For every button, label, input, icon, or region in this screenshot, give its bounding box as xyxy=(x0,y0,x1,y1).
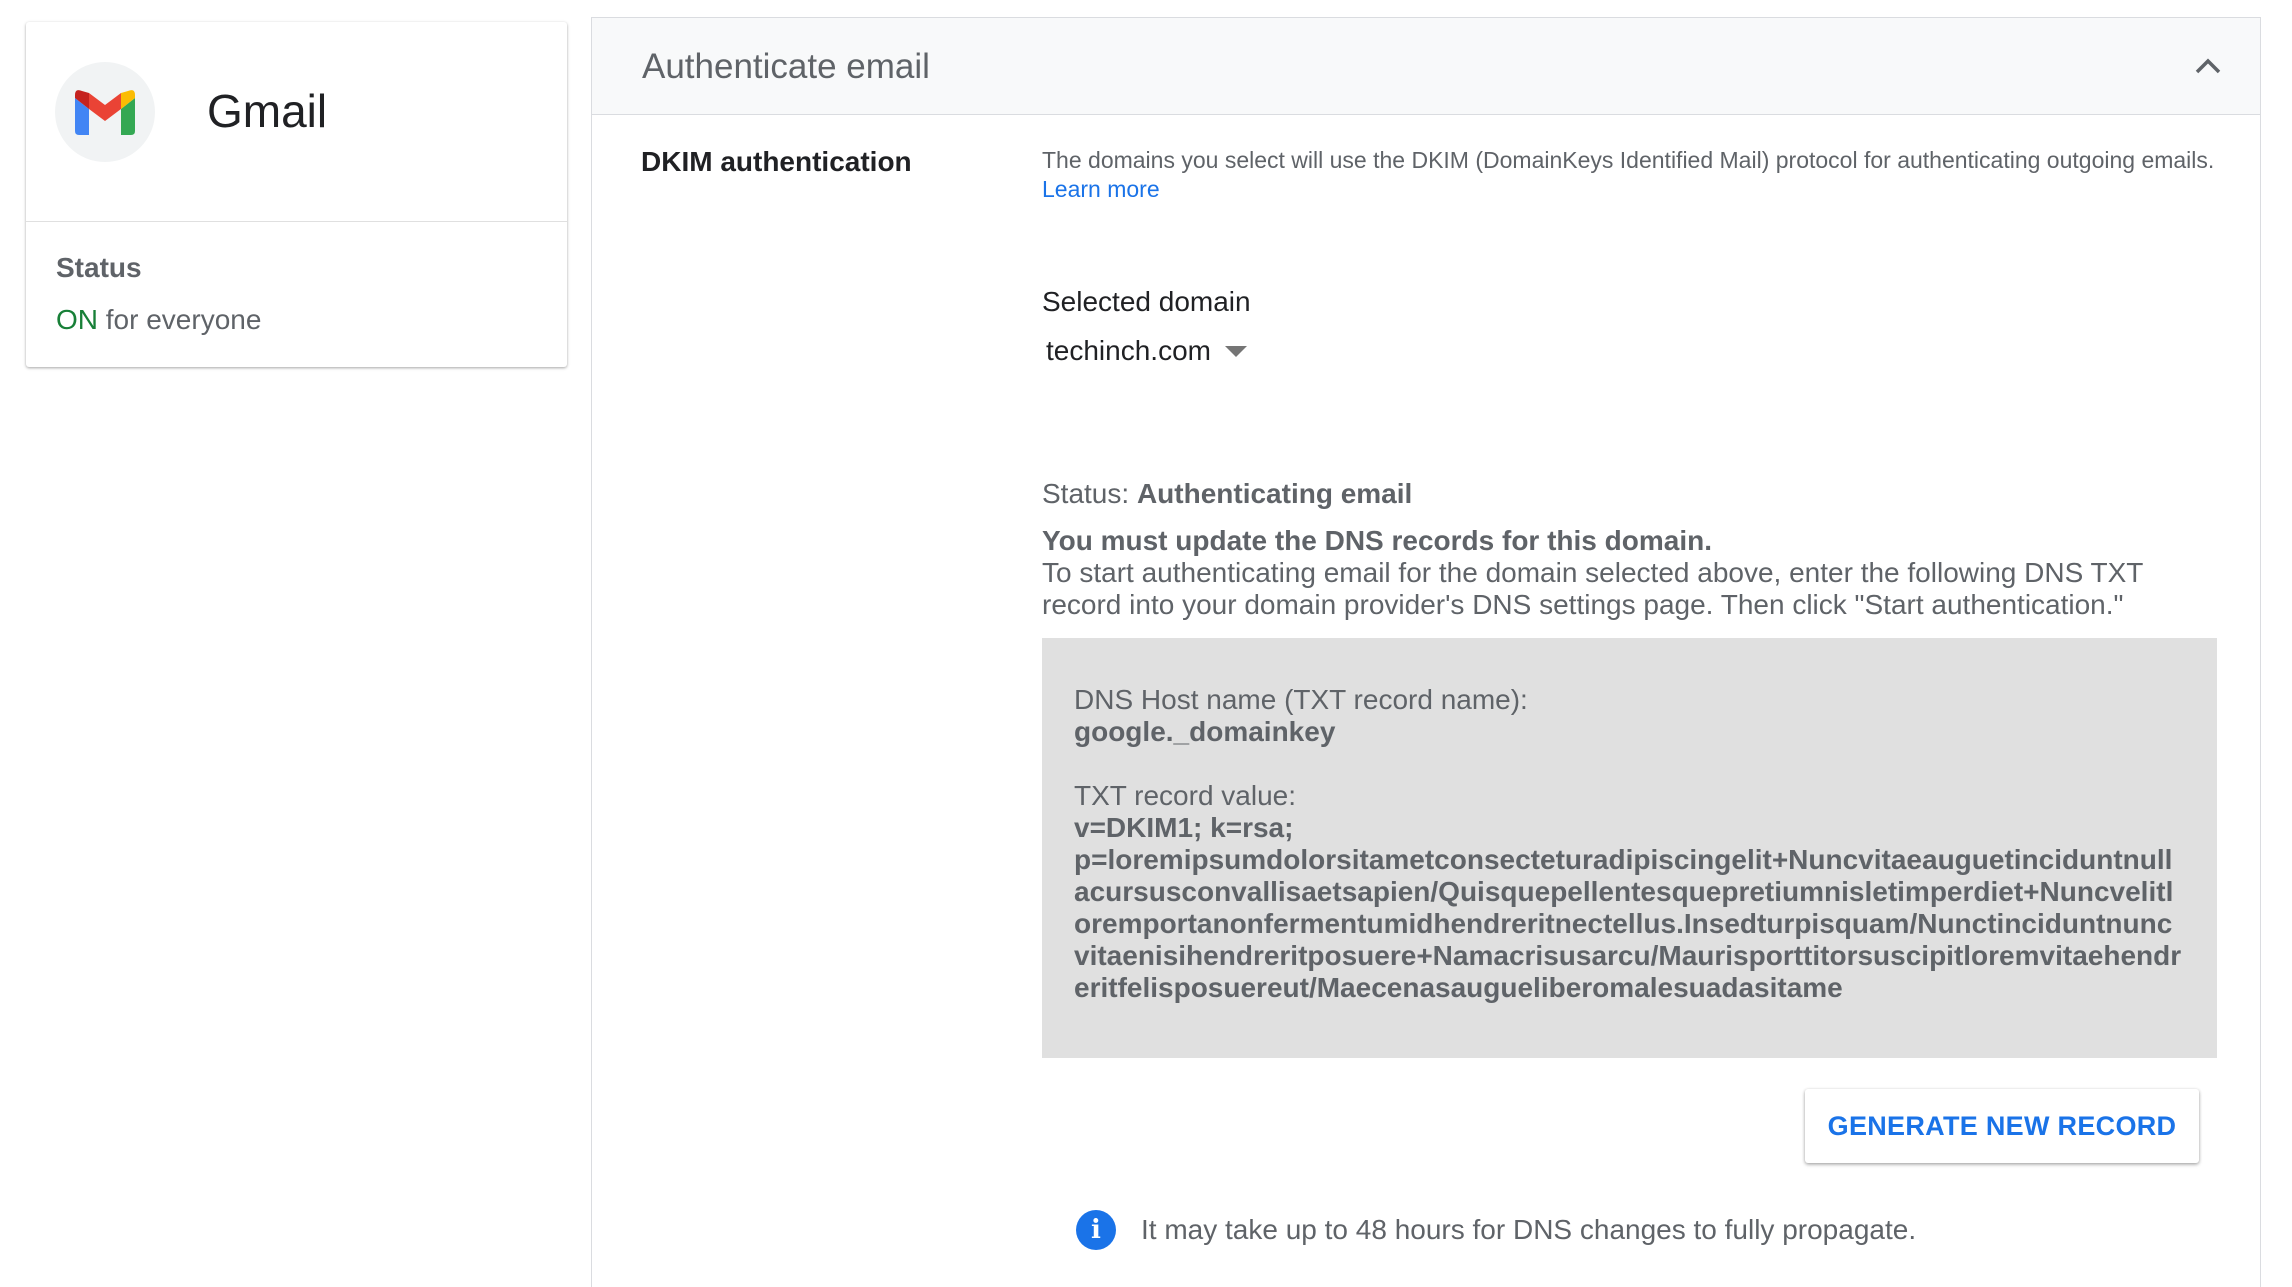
learn-more-link[interactable]: Learn more xyxy=(1042,176,1160,202)
collapse-button[interactable] xyxy=(2190,48,2226,84)
txt-record-value-header: v=DKIM1; k=rsa; xyxy=(1074,812,1294,843)
status-scope-text: for everyone xyxy=(98,304,262,335)
app-card: Gmail Status ON for everyone xyxy=(26,22,567,367)
info-text: It may take up to 48 hours for DNS chang… xyxy=(1141,1214,1917,1245)
section-label: DKIM authentication xyxy=(641,146,912,177)
host-name-value: google._domainkey xyxy=(1074,716,1336,747)
instructions-text: To start authenticating email for the do… xyxy=(1042,557,2143,620)
gmail-logo-icon xyxy=(55,62,155,162)
dkim-description: The domains you select will use the DKIM… xyxy=(1042,146,2217,204)
auth-status: Status: Authenticating email xyxy=(1042,478,1412,510)
txt-record-value: p=loremipsumdolorsitametconsecteturadipi… xyxy=(1074,844,2182,1003)
domain-dropdown[interactable]: techinch.com xyxy=(1046,331,1247,371)
generate-new-record-button[interactable]: GENERATE NEW RECORD xyxy=(1805,1089,2199,1163)
app-card-header: Gmail xyxy=(26,22,567,222)
dns-record-box: DNS Host name (TXT record name): google.… xyxy=(1042,638,2217,1058)
caret-down-icon xyxy=(1224,345,1247,357)
selected-domain-label: Selected domain xyxy=(1042,286,1251,317)
must-update-heading: You must update the DNS records for this… xyxy=(1042,525,1712,556)
authenticate-email-panel: Authenticate email DKIM authentication T… xyxy=(591,17,2261,1287)
propagation-info: i It may take up to 48 hours for DNS cha… xyxy=(1076,1210,1916,1250)
status-on-text: ON xyxy=(56,304,98,335)
panel-header[interactable]: Authenticate email xyxy=(592,18,2260,115)
status-label: Status xyxy=(56,252,142,283)
info-icon: i xyxy=(1076,1210,1116,1250)
dns-instructions: You must update the DNS records for this… xyxy=(1042,525,2217,621)
auth-status-prefix: Status: xyxy=(1042,478,1137,509)
panel-title: Authenticate email xyxy=(642,47,930,86)
description-text: The domains you select will use the DKIM… xyxy=(1042,147,2215,173)
app-name: Gmail xyxy=(207,85,328,137)
auth-status-value: Authenticating email xyxy=(1136,478,1413,509)
host-name-label: DNS Host name (TXT record name): xyxy=(1074,684,1528,715)
selected-domain-value: techinch.com xyxy=(1046,335,1211,366)
txt-record-label: TXT record value: xyxy=(1074,780,1297,811)
service-status: ON for everyone xyxy=(56,304,261,336)
chevron-up-icon xyxy=(2195,58,2221,74)
